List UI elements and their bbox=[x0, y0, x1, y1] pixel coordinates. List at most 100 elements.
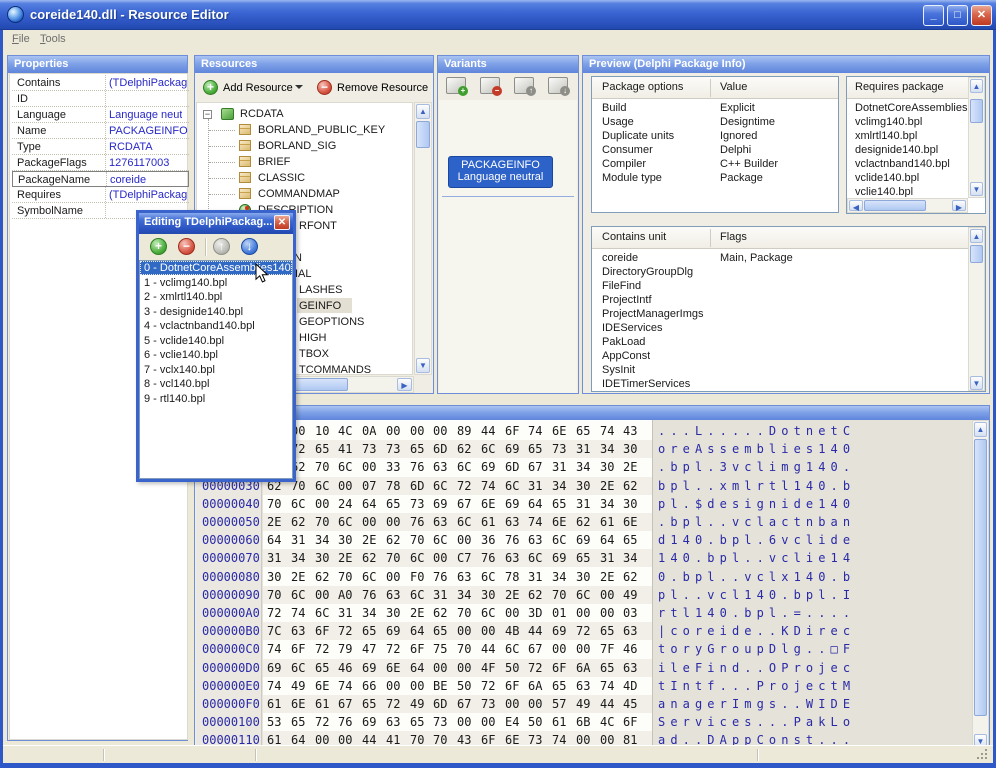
package-option-row[interactable]: Module typePackage bbox=[592, 172, 838, 186]
remove-resource-button[interactable]: Remove Resource bbox=[337, 82, 428, 94]
dialog-package-item[interactable]: 9 - rtl140.bpl bbox=[140, 392, 292, 406]
dialog-package-list[interactable]: 0 - DotnetCoreAssemblies140.b1 - vclimg1… bbox=[139, 260, 293, 479]
hex-row[interactable]: 00000040706C002464657369676E696465313430… bbox=[196, 495, 973, 513]
resource-tree-vscrollbar[interactable]: ▲ ▼ bbox=[414, 102, 432, 375]
minimize-button[interactable]: _ bbox=[923, 5, 944, 26]
maximize-button[interactable]: □ bbox=[947, 5, 968, 26]
dialog-package-item[interactable]: 6 - vclie140.bpl bbox=[140, 348, 292, 362]
hex-row[interactable]: 000000F0616E61676572496D6773000057494445… bbox=[196, 695, 973, 713]
hex-row[interactable]: 00000060643134302E62706C003676636C696465… bbox=[196, 531, 973, 549]
package-option-row[interactable]: CompilerC++ Builder bbox=[592, 158, 838, 172]
property-row[interactable]: NamePACKAGEINFO bbox=[12, 123, 189, 139]
contains-unit-row[interactable]: FileFind bbox=[592, 280, 968, 294]
tree-item-classic[interactable]: CLASSIC bbox=[197, 170, 413, 186]
dialog-package-item[interactable]: 5 - vclide140.bpl bbox=[140, 334, 292, 348]
requires-hscrollbar[interactable]: ◀ ▶ bbox=[847, 198, 968, 213]
scroll-thumb[interactable] bbox=[970, 245, 983, 263]
scroll-up-icon[interactable]: ▲ bbox=[970, 79, 983, 93]
dialog-package-item[interactable]: 4 - vclactnband140.bpl bbox=[140, 319, 292, 333]
requires-vscrollbar[interactable]: ▲ ▼ bbox=[968, 77, 985, 198]
add-resource-button[interactable]: Add Resource bbox=[223, 82, 293, 94]
col-flags[interactable]: Flags bbox=[720, 231, 747, 243]
dialog-package-item[interactable]: 0 - DotnetCoreAssemblies140.b bbox=[140, 261, 292, 275]
tree-item-rcdata[interactable]: −RCDATA bbox=[197, 106, 413, 122]
scroll-thumb[interactable] bbox=[416, 121, 430, 148]
tree-item-commandmap[interactable]: COMMANDMAP bbox=[197, 186, 413, 202]
resize-grip[interactable] bbox=[985, 757, 987, 759]
scroll-up-icon[interactable]: ▲ bbox=[974, 422, 987, 437]
requires-package-row[interactable]: designide140.bpl bbox=[847, 144, 968, 158]
requires-package-row[interactable]: vclactnband140.bpl bbox=[847, 158, 968, 172]
menu-tools[interactable]: Tools bbox=[36, 32, 70, 47]
contains-unit-row[interactable]: IDEServices bbox=[592, 322, 968, 336]
hex-row[interactable]: 0000010053657276696365730000E450616B4C6F… bbox=[196, 713, 973, 731]
import-variant-icon[interactable]: ↑ bbox=[514, 77, 534, 94]
column-divider[interactable] bbox=[710, 229, 711, 247]
scroll-thumb[interactable] bbox=[970, 99, 983, 123]
dialog-package-item[interactable]: 1 - vclimg140.bpl bbox=[140, 276, 292, 290]
requires-package-row[interactable]: vclie140.bpl bbox=[847, 186, 968, 197]
contains-unit-row[interactable]: IDETimerServices bbox=[592, 378, 968, 392]
scroll-thumb[interactable] bbox=[864, 200, 926, 211]
hex-row[interactable]: 00000090706C00A076636C3134302E62706C0049… bbox=[196, 586, 973, 604]
title-bar[interactable]: coreide140.dll - Resource Editor _ □ ✕ bbox=[0, 0, 996, 30]
hex-row[interactable]: 000000502E62706C000076636C6163746E62616E… bbox=[196, 513, 973, 531]
contains-unit-row[interactable]: AppConst bbox=[592, 350, 968, 364]
hex-row[interactable]: 000000106F7265417373656D626C696573313430… bbox=[196, 440, 973, 458]
col-package-options[interactable]: Package options bbox=[602, 81, 683, 93]
property-row[interactable]: PackageNamecoreide bbox=[12, 171, 189, 187]
package-option-row[interactable]: Duplicate unitsIgnored bbox=[592, 130, 838, 144]
contains-vscrollbar[interactable]: ▲ ▼ bbox=[968, 227, 985, 391]
scroll-right-icon[interactable]: ▶ bbox=[952, 200, 966, 211]
contains-unit-row[interactable]: coreideMain, Package bbox=[592, 252, 968, 266]
tree-item-borland_public_key[interactable]: BORLAND_PUBLIC_KEY bbox=[197, 122, 413, 138]
export-variant-icon[interactable]: ↓ bbox=[548, 77, 568, 94]
add-variant-icon[interactable]: + bbox=[446, 77, 466, 94]
hex-row[interactable]: 000000703134302E62706C00C776636C69653134… bbox=[196, 549, 973, 567]
variant-item-packageinfo[interactable]: PACKAGEINFO Language neutral bbox=[448, 156, 553, 188]
hex-row[interactable]: 000000202E62706C003376636C696D673134302E… bbox=[196, 458, 973, 476]
scroll-left-icon[interactable]: ◀ bbox=[849, 200, 863, 211]
hex-row[interactable]: 00000080302E62706C00F076636C783134302E62… bbox=[196, 568, 973, 586]
contains-unit-row[interactable]: ProjectIntf bbox=[592, 294, 968, 308]
hex-row[interactable]: 0000003062706C0007786D6C72746C3134302E62… bbox=[196, 477, 973, 495]
hex-row[interactable]: 000000C0746F727947726F7570446C6700007F46… bbox=[196, 640, 973, 658]
contains-unit-row[interactable]: PakLoad bbox=[592, 336, 968, 350]
dialog-package-item[interactable]: 7 - vclx140.bpl bbox=[140, 363, 292, 377]
dialog-add-icon[interactable]: + bbox=[150, 238, 167, 255]
scroll-right-icon[interactable]: ▶ bbox=[397, 378, 412, 391]
hex-row[interactable]: 000000000000104C0A00000089446F746E657443… bbox=[196, 422, 973, 440]
hex-row[interactable]: 000000B07C636F726569646500004B4469726563… bbox=[196, 622, 973, 640]
tree-collapse-icon[interactable]: − bbox=[203, 110, 212, 119]
col-value[interactable]: Value bbox=[720, 81, 747, 93]
property-row[interactable]: PackageFlags1276117003 bbox=[12, 155, 189, 171]
property-row[interactable]: TypeRCDATA bbox=[12, 139, 189, 155]
dialog-package-item[interactable]: 8 - vcl140.bpl bbox=[140, 377, 292, 391]
scroll-down-icon[interactable]: ▼ bbox=[416, 358, 430, 373]
hex-vscrollbar[interactable]: ▲ ▼ bbox=[972, 420, 989, 750]
tree-item-borland_sig[interactable]: BORLAND_SIG bbox=[197, 138, 413, 154]
dialog-package-item[interactable]: 2 - xmlrtl140.bpl bbox=[140, 290, 292, 304]
hex-viewer-body[interactable]: 000000000000104C0A00000089446F746E657443… bbox=[196, 420, 989, 750]
tree-item-brief[interactable]: BRIEF bbox=[197, 154, 413, 170]
scroll-up-icon[interactable]: ▲ bbox=[970, 229, 983, 243]
add-resource-dropdown-icon[interactable] bbox=[295, 85, 303, 89]
close-button[interactable]: ✕ bbox=[971, 5, 992, 26]
package-option-row[interactable]: BuildExplicit bbox=[592, 102, 838, 116]
contains-unit-row[interactable]: ProjectManagerImgs bbox=[592, 308, 968, 322]
requires-package-row[interactable]: vclimg140.bpl bbox=[847, 116, 968, 130]
scroll-thumb[interactable] bbox=[974, 439, 987, 716]
dialog-remove-icon[interactable]: − bbox=[178, 238, 195, 255]
contains-unit-row[interactable]: SysInit bbox=[592, 364, 968, 378]
editing-dialog[interactable]: Editing TDelphiPackag... ✕ + − ↑ ↓ 0 - D… bbox=[136, 210, 296, 482]
property-row[interactable]: Contains(TDelphiPackag bbox=[12, 75, 189, 91]
requires-package-row[interactable]: DotnetCoreAssemblies1 bbox=[847, 102, 968, 116]
remove-variant-icon[interactable]: − bbox=[480, 77, 500, 94]
property-row[interactable]: LanguageLanguage neut bbox=[12, 107, 189, 123]
scroll-down-icon[interactable]: ▼ bbox=[970, 182, 983, 196]
package-option-row[interactable]: UsageDesigntime bbox=[592, 116, 838, 130]
dialog-move-up-icon[interactable]: ↑ bbox=[213, 238, 230, 255]
menu-file[interactable]: File bbox=[8, 32, 34, 47]
dialog-package-item[interactable]: 3 - designide140.bpl bbox=[140, 305, 292, 319]
dialog-move-down-icon[interactable]: ↓ bbox=[241, 238, 258, 255]
